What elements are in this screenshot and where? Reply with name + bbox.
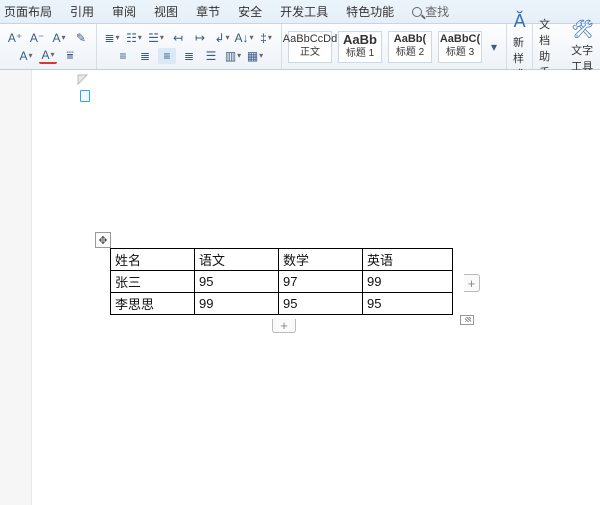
- style-sample: AaBbCcDd: [283, 34, 337, 45]
- page-icon: [80, 90, 90, 102]
- borders-button[interactable]: ▦▾: [246, 48, 264, 64]
- style-sample: AaBb(: [394, 34, 426, 45]
- workspace: ✥ 姓名 语文 数学 英语 张三 95 97 99 李思思 99 95 95 +…: [0, 70, 600, 505]
- table-cell[interactable]: 张三: [111, 271, 195, 293]
- multilist-button[interactable]: ☱▾: [147, 30, 165, 46]
- style-heading1[interactable]: AaBb 标题 1: [338, 31, 382, 63]
- table-header-cell[interactable]: 语文: [195, 249, 279, 271]
- table-cell[interactable]: 97: [279, 271, 363, 293]
- styles-more-button[interactable]: ▾: [488, 39, 500, 55]
- tab-section[interactable]: 章节: [196, 3, 220, 20]
- table-row[interactable]: 姓名 语文 数学 英语: [111, 249, 453, 271]
- style-sample: AaBbC(: [440, 34, 480, 45]
- doc-helper-button[interactable]: 文档助手: [533, 24, 565, 69]
- table-header-cell[interactable]: 数学: [279, 249, 363, 271]
- document-page[interactable]: ✥ 姓名 语文 数学 英语 张三 95 97 99 李思思 99 95 95 +…: [32, 74, 598, 503]
- table-cell[interactable]: 95: [363, 293, 453, 315]
- tab-reference[interactable]: 引用: [70, 3, 94, 20]
- align-right-button[interactable]: ≡: [158, 48, 176, 64]
- table-cell[interactable]: 99: [363, 271, 453, 293]
- line-spacing-button[interactable]: ‡▾: [257, 30, 275, 46]
- style-normal[interactable]: AaBbCcDd 正文: [288, 31, 332, 63]
- tab-review[interactable]: 审阅: [112, 3, 136, 20]
- table-cell[interactable]: 95: [195, 271, 279, 293]
- text-tool-button[interactable]: 🛠 文字工具: [565, 24, 600, 69]
- tab-special[interactable]: 特色功能: [346, 3, 394, 20]
- distribute-button[interactable]: ☰: [202, 48, 220, 64]
- table-cell[interactable]: 李思思: [111, 293, 195, 315]
- showmarks-button[interactable]: ↲▾: [213, 30, 231, 46]
- tab-dev[interactable]: 开发工具: [280, 3, 328, 20]
- numbering-button[interactable]: ☷▾: [125, 30, 143, 46]
- align-left-button[interactable]: ≡: [114, 48, 132, 64]
- new-style-button[interactable]: Ᾰ 新样式: [507, 24, 532, 69]
- font-color-button[interactable]: A▾: [39, 48, 57, 64]
- search-box[interactable]: 查找: [412, 3, 449, 20]
- add-row-button[interactable]: +: [272, 319, 296, 333]
- styles-group: AaBbCcDd 正文 AaBb 标题 1 AaBb( 标题 2 AaBbC( …: [282, 24, 507, 69]
- style-label: 标题 1: [346, 48, 374, 60]
- highlight-button[interactable]: A▾: [17, 48, 35, 64]
- font-group: A⁺ A⁻ A▾ ✎ A▾ A▾ ⩸: [0, 24, 97, 69]
- style-heading2[interactable]: AaBb( 标题 2: [388, 31, 432, 63]
- increase-indent-button[interactable]: ↦: [191, 30, 209, 46]
- increase-font-button[interactable]: A⁺: [6, 30, 24, 46]
- paragraph-group: ≣▾ ☷▾ ☱▾ ↤ ↦ ↲▾ A↓▾ ‡▾ ≡ ≣ ≡ ≣ ☰ ▥▾ ▦▾: [97, 24, 282, 69]
- add-column-button[interactable]: +: [464, 274, 480, 292]
- search-label: 查找: [425, 3, 449, 20]
- style-heading3[interactable]: AaBbC( 标题 3: [438, 31, 482, 63]
- align-justify-button[interactable]: ≣: [180, 48, 198, 64]
- change-case-button[interactable]: A▾: [50, 30, 68, 46]
- tab-view[interactable]: 视图: [154, 3, 178, 20]
- decrease-font-button[interactable]: A⁻: [28, 30, 46, 46]
- char-border-button[interactable]: ⩸: [61, 48, 79, 64]
- ribbon-tab-bar: 页面布局 引用 审阅 视图 章节 安全 开发工具 特色功能 查找: [0, 0, 600, 24]
- style-sample: AaBb: [343, 33, 377, 46]
- new-style-icon: Ᾰ: [514, 11, 526, 32]
- table-row[interactable]: 张三 95 97 99: [111, 271, 453, 293]
- clear-format-button[interactable]: ✎: [72, 30, 90, 46]
- table-cell[interactable]: 99: [195, 293, 279, 315]
- table-header-cell[interactable]: 姓名: [111, 249, 195, 271]
- decrease-indent-button[interactable]: ↤: [169, 30, 187, 46]
- style-label: 标题 2: [396, 47, 424, 59]
- tab-security[interactable]: 安全: [238, 3, 262, 20]
- data-table[interactable]: 姓名 语文 数学 英语 张三 95 97 99 李思思 99 95 95: [110, 248, 453, 315]
- search-icon: [412, 7, 422, 17]
- wrench-icon: 🛠: [571, 19, 594, 40]
- table-move-handle[interactable]: ✥: [95, 232, 111, 248]
- table-resize-handle[interactable]: [460, 315, 474, 325]
- style-label: 正文: [300, 47, 320, 59]
- align-center-button[interactable]: ≣: [136, 48, 154, 64]
- tab-marker-icon: [77, 74, 89, 86]
- shading-button[interactable]: ▥▾: [224, 48, 242, 64]
- table-cell[interactable]: 95: [279, 293, 363, 315]
- sort-button[interactable]: A↓▾: [235, 30, 253, 46]
- style-label: 标题 3: [446, 47, 474, 59]
- tab-layout[interactable]: 页面布局: [4, 3, 52, 20]
- bullets-button[interactable]: ≣▾: [103, 30, 121, 46]
- ribbon-toolbar: A⁺ A⁻ A▾ ✎ A▾ A▾ ⩸ ≣▾ ☷▾ ☱▾ ↤ ↦ ↲▾ A↓▾ ‡…: [0, 24, 600, 70]
- table-row[interactable]: 李思思 99 95 95: [111, 293, 453, 315]
- vertical-ruler: [0, 70, 32, 505]
- table-header-cell[interactable]: 英语: [363, 249, 453, 271]
